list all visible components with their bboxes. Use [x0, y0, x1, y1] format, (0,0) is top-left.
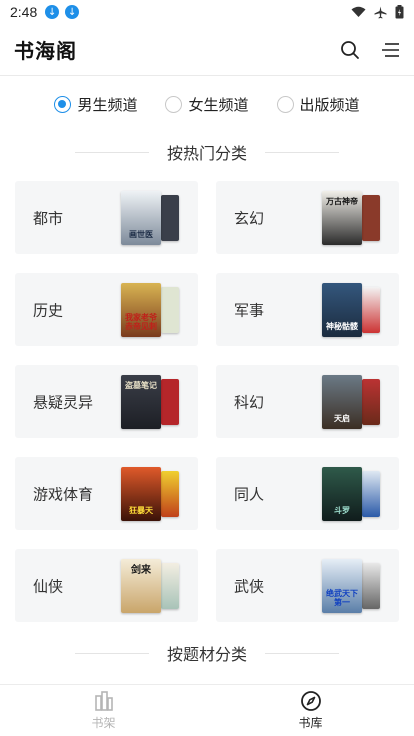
tab-library[interactable]: 书库: [207, 685, 414, 736]
bottom-tab-bar: 书架 书库: [0, 684, 414, 736]
book-cover: 我家老爷赤帝见刺: [121, 283, 161, 337]
category-card-xianxia[interactable]: 仙侠 剑来: [15, 549, 198, 622]
category-label: 历史: [33, 301, 64, 319]
cover-stack: 剑来: [121, 559, 181, 613]
tab-bookshelf[interactable]: 书架: [0, 685, 207, 736]
cover-stack: 万古神帝: [322, 191, 382, 245]
category-label: 都市: [33, 209, 64, 227]
app-header: 书海阁: [0, 24, 414, 76]
book-cover: [362, 379, 380, 425]
section-theme-title: 按题材分类: [166, 645, 247, 664]
category-label: 悬疑灵异: [33, 393, 94, 411]
book-cover: [161, 563, 179, 609]
channel-male[interactable]: 男生频道: [54, 94, 137, 115]
book-cover: 神秘骷髅: [322, 283, 362, 337]
compass-icon: [300, 691, 321, 711]
category-label: 仙侠: [33, 577, 64, 595]
book-cover: 万古神帝: [322, 191, 362, 245]
category-label: 游戏体育: [33, 485, 94, 503]
battery-icon: [395, 5, 404, 19]
book-cover: [362, 563, 380, 609]
cover-stack: 狂暴天: [121, 467, 181, 521]
category-card-xuanhuan[interactable]: 玄幻 万古神帝: [216, 181, 399, 254]
category-label: 同人: [234, 485, 265, 503]
cover-stack: 盗墓笔记: [121, 375, 181, 429]
category-card-dushi[interactable]: 都市 画世医: [15, 181, 198, 254]
status-time: 2:48: [10, 4, 38, 20]
cover-stack: 神秘骷髅: [322, 283, 382, 337]
tab-library-label: 书库: [298, 716, 323, 730]
category-label: 玄幻: [234, 209, 265, 227]
category-label: 军事: [234, 301, 265, 319]
category-card-junshi[interactable]: 军事 神秘骷髅: [216, 273, 399, 346]
channel-male-label: 男生频道: [77, 96, 138, 114]
download-icon: ↓: [45, 5, 60, 19]
radio-female[interactable]: [165, 96, 183, 113]
radio-male[interactable]: [54, 96, 72, 113]
book-cover: 狂暴天: [121, 467, 161, 521]
book-cover: [161, 287, 179, 333]
channel-female-label: 女生频道: [188, 96, 249, 114]
wifi-icon: [351, 6, 366, 17]
book-cover: [362, 195, 380, 241]
cover-stack: 绝武天下第一: [322, 559, 382, 613]
download-icon: ↓: [65, 5, 80, 19]
search-icon[interactable]: [340, 40, 360, 60]
radio-publish[interactable]: [276, 96, 294, 113]
book-cover: [161, 379, 179, 425]
status-bar: 2:48 ↓ ↓: [0, 0, 414, 24]
category-card-tongren[interactable]: 同人 斗罗: [216, 457, 399, 530]
divider: [74, 652, 149, 654]
cover-stack: 我家老爷赤帝见刺: [121, 283, 181, 337]
channel-publish[interactable]: 出版频道: [276, 94, 360, 115]
category-card-wuxia[interactable]: 武侠 绝武天下第一: [216, 549, 399, 622]
cover-stack: 天启: [322, 375, 382, 429]
book-cover: 剑来: [121, 559, 161, 613]
book-cover: [161, 195, 179, 241]
book-cover: 画世医: [121, 191, 161, 245]
book-cover: 天启: [322, 375, 362, 429]
app-title: 书海阁: [14, 39, 77, 63]
cover-stack: 斗罗: [322, 467, 382, 521]
channel-publish-label: 出版频道: [299, 96, 360, 114]
airplane-icon: [374, 6, 387, 18]
book-cover: [362, 287, 380, 333]
book-cover: [161, 471, 179, 517]
section-popular-title: 按热门分类: [166, 144, 247, 163]
divider: [74, 151, 149, 153]
category-label: 武侠: [234, 577, 265, 595]
menu-icon[interactable]: [380, 41, 400, 59]
book-cover: 绝武天下第一: [322, 559, 362, 613]
tab-bookshelf-label: 书架: [91, 716, 116, 730]
category-card-lishi[interactable]: 历史 我家老爷赤帝见刺: [15, 273, 198, 346]
category-card-xuanyi[interactable]: 悬疑灵异 盗墓笔记: [15, 365, 198, 438]
divider: [265, 652, 339, 654]
bookshelf-icon: [94, 691, 113, 711]
divider: [265, 151, 339, 153]
section-theme: 按题材分类: [0, 641, 414, 665]
cover-stack: 画世医: [121, 191, 181, 245]
channel-selector: 男生频道 女生频道 出版频道: [0, 94, 414, 115]
category-grid: 都市 画世医 玄幻 万古神帝 历史 我家老爷赤帝见刺 军事 神秘骷髅 悬疑灵异 …: [15, 181, 399, 622]
category-label: 科幻: [234, 393, 265, 411]
channel-female[interactable]: 女生频道: [165, 94, 249, 115]
section-popular: 按热门分类: [0, 140, 414, 164]
book-cover: 盗墓笔记: [121, 375, 161, 429]
book-cover: 斗罗: [322, 467, 362, 521]
book-cover: [362, 471, 380, 517]
category-card-youxi[interactable]: 游戏体育 狂暴天: [15, 457, 198, 530]
category-card-kehuan[interactable]: 科幻 天启: [216, 365, 399, 438]
